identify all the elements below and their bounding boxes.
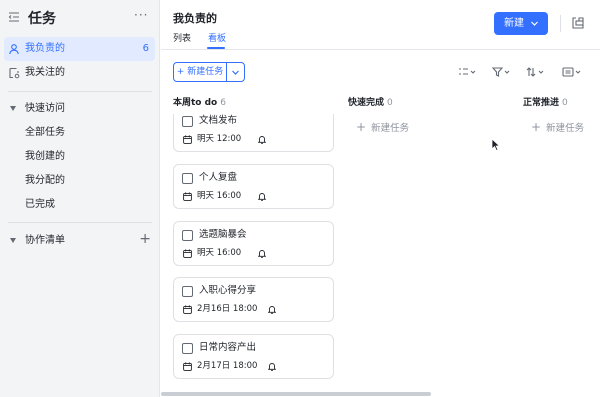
task-checkbox[interactable] <box>182 343 193 354</box>
sort-icon[interactable] <box>526 66 544 78</box>
task-title: 入职心得分享 <box>199 285 257 296</box>
add-task-button[interactable]: + 新建任务 <box>173 62 245 82</box>
sidebar-header: 任务 ··· <box>0 0 160 34</box>
sidebar-item-label: 我创建的 <box>25 151 65 162</box>
column-count: 0 <box>387 98 393 108</box>
column-header-quick-done: 快速完成 0 <box>348 97 393 109</box>
chevron-down-icon <box>530 19 539 28</box>
section-label: 协作清单 <box>25 235 65 246</box>
task-checkbox[interactable] <box>182 286 193 297</box>
task-title: 个人复盘 <box>199 172 238 183</box>
task-checkbox[interactable] <box>182 173 193 184</box>
task-checkbox[interactable] <box>182 230 193 241</box>
sidebar-item-my-responsible[interactable]: 我负责的 6 <box>4 37 155 61</box>
page-title: 我负责的 <box>173 12 217 25</box>
task-due: 明天 12:00 <box>197 134 242 144</box>
column-header-this-week: 本周to do 6 <box>173 97 226 109</box>
column-header-normal: 正常推进 0 <box>523 97 568 109</box>
bell-icon <box>258 249 266 258</box>
sidebar-item-label: 全部任务 <box>25 127 65 138</box>
bell-icon <box>268 305 276 314</box>
mouse-cursor-icon <box>491 138 501 152</box>
column-count: 0 <box>562 98 568 108</box>
task-title: 日常内容产出 <box>199 342 257 353</box>
task-due: 2月17日 18:00 <box>197 361 258 371</box>
main-panel: 我负责的 列表 看板 新建 + 新建任务 本周to do6 快速完成0 正常 <box>161 0 600 397</box>
task-card[interactable]: 选题脑暴会 明天 16:00 <box>173 221 334 266</box>
bell-icon <box>258 135 266 144</box>
bell-icon <box>268 362 276 371</box>
calendar-icon <box>183 249 192 258</box>
sidebar-item-all-tasks[interactable]: 全部任务 <box>4 122 155 144</box>
tab-board[interactable]: 看板 <box>208 33 226 45</box>
sidebar-item-following[interactable]: 我关注的 <box>4 61 155 85</box>
new-button[interactable]: 新建 <box>494 12 548 35</box>
more-icon[interactable]: ··· <box>134 8 148 22</box>
task-title: 文档发布 <box>199 115 238 126</box>
calendar-icon <box>183 192 192 201</box>
task-card[interactable]: 入职心得分享 2月16日 18:00 <box>173 277 334 322</box>
column-title: 本周to do <box>173 98 218 108</box>
chevron-down-icon[interactable] <box>231 68 240 77</box>
sidebar-item-label: 我关注的 <box>25 67 65 78</box>
follow-icon <box>8 67 20 79</box>
task-checkbox[interactable] <box>182 116 193 127</box>
plus-icon: + <box>356 120 367 134</box>
triangle-down-icon <box>10 238 16 243</box>
calendar-icon <box>183 135 192 144</box>
sidebar-item-completed[interactable]: 已完成 <box>4 194 155 216</box>
task-title: 选题脑暴会 <box>199 229 247 240</box>
new-button-label: 新建 <box>504 18 524 29</box>
calendar-icon <box>183 305 192 314</box>
horizontal-scrollbar[interactable] <box>161 392 431 396</box>
sidebar-item-created[interactable]: 我创建的 <box>4 146 155 168</box>
task-card[interactable]: 日常内容产出 2月17日 18:00 <box>173 334 334 379</box>
task-card[interactable]: 文档发布 明天 12:00 <box>173 114 334 152</box>
add-task-label: + 新建任务 <box>176 67 224 77</box>
column-add-task[interactable]: + 新建任务 <box>531 120 584 136</box>
plus-icon: + <box>531 120 542 134</box>
quick-access-section[interactable]: 快速访问 <box>4 98 155 120</box>
column-title: 快速完成 <box>348 98 385 108</box>
task-due: 2月16日 18:00 <box>197 304 258 314</box>
column-count: 6 <box>220 98 226 108</box>
group-by-icon[interactable] <box>458 66 476 78</box>
sidebar-divider <box>8 91 152 92</box>
section-label: 快速访问 <box>25 103 65 114</box>
triangle-down-icon <box>10 106 16 111</box>
task-card[interactable]: 个人复盘 明天 16:00 <box>173 164 334 209</box>
sidebar-item-count: 6 <box>142 43 149 54</box>
sidebar-item-label: 我分配的 <box>25 175 65 186</box>
app-title: 任务 <box>28 11 56 27</box>
add-task-label: 新建任务 <box>546 123 585 134</box>
add-task-label: 新建任务 <box>371 123 410 134</box>
task-due: 明天 16:00 <box>197 191 242 201</box>
toolbar-separator <box>560 15 561 32</box>
view-settings-icon[interactable] <box>562 66 582 78</box>
board-column-this-week: 文档发布 明天 12:00 个人复盘 明天 16:00 选题脑暴会 明天 16:… <box>173 114 340 386</box>
add-list-icon[interactable]: + <box>139 231 151 247</box>
sidebar-divider <box>8 222 152 223</box>
collapse-sidebar-icon[interactable] <box>8 11 20 23</box>
sidebar-item-label: 我负责的 <box>25 43 65 54</box>
collab-list-section[interactable]: 协作清单 + <box>4 230 155 252</box>
share-icon[interactable] <box>571 16 585 30</box>
column-add-task[interactable]: + 新建任务 <box>356 120 409 136</box>
bell-icon <box>258 192 266 201</box>
button-divider <box>226 63 227 81</box>
sidebar-item-assigned[interactable]: 我分配的 <box>4 170 155 192</box>
tab-list[interactable]: 列表 <box>173 33 191 45</box>
task-due: 明天 16:00 <box>197 248 242 258</box>
person-icon <box>8 43 20 55</box>
sidebar-item-label: 已完成 <box>25 199 55 210</box>
sidebar: 任务 ··· 我负责的 6 我关注的 快速访问 全部任务 我创建的 我分配的 已… <box>0 0 160 397</box>
column-title: 正常推进 <box>523 98 560 108</box>
calendar-icon <box>183 362 192 371</box>
filter-icon[interactable] <box>492 66 510 78</box>
header-divider <box>161 49 600 50</box>
